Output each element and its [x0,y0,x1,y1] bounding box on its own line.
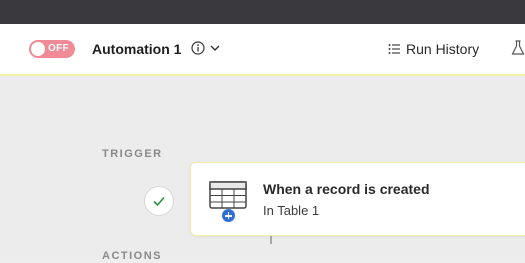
list-icon [388,44,400,54]
run-history-label: Run History [406,41,480,57]
toggle-label: OFF [48,43,69,54]
trigger-subtitle: In Table 1 [263,203,320,218]
top-bar [0,0,525,24]
toggle-knob[interactable] [31,42,45,56]
automation-toggle[interactable]: OFF [29,40,75,58]
trigger-status [144,186,174,216]
trigger-section-label: TRIGGER [102,148,163,160]
trigger-card[interactable]: When a record is created In Table 1 [190,162,525,236]
automation-title[interactable]: Automation 1 [92,40,181,58]
chevron-down-icon[interactable] [210,44,220,52]
table-icon [209,181,247,209]
plus-icon [222,209,235,222]
check-icon [153,196,165,207]
info-icon[interactable] [191,41,205,55]
trigger-title: When a record is created [263,181,430,197]
actions-section-label: ACTIONS [102,250,162,262]
run-history-button[interactable]: Run History [380,36,492,62]
flask-icon[interactable] [511,40,525,56]
